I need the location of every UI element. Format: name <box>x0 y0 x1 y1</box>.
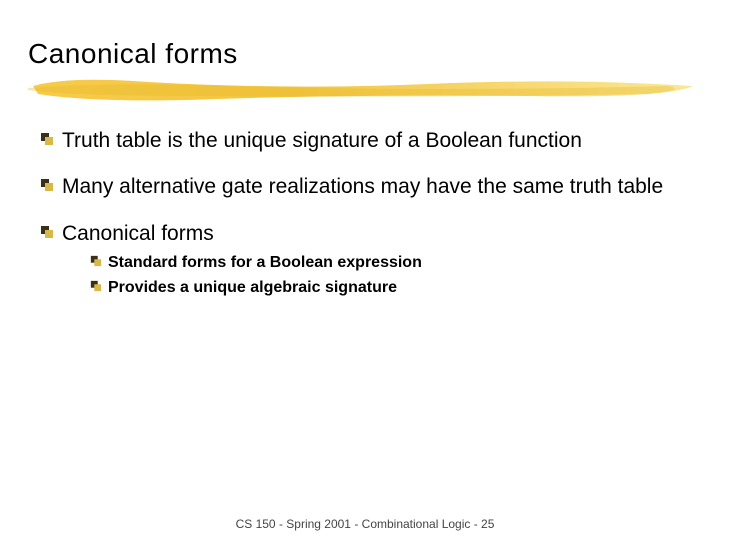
slide-title: Canonical forms <box>28 38 238 70</box>
bullet-text: Many alternative gate realizations may h… <box>62 174 700 200</box>
slide-content: Truth table is the unique signature of a… <box>40 128 700 302</box>
sub-bullet-text: Standard forms for a Boolean expression <box>108 253 422 274</box>
bullet-item: Many alternative gate realizations may h… <box>40 174 700 200</box>
sub-bullet-item: Standard forms for a Boolean expression <box>90 253 700 274</box>
sub-bullet-text: Provides a unique algebraic signature <box>108 278 397 299</box>
slide-footer: CS 150 - Spring 2001 - Combinational Log… <box>0 517 730 531</box>
bullet-item: Truth table is the unique signature of a… <box>40 128 700 154</box>
decorative-box-icon <box>40 225 54 239</box>
bullet-text: Canonical forms <box>62 221 700 247</box>
slide: Canonical forms Truth table is the uniqu… <box>0 0 730 547</box>
bullet-text: Truth table is the unique signature of a… <box>62 128 700 154</box>
sub-bullet-item: Provides a unique algebraic signature <box>90 278 700 299</box>
decorative-box-icon <box>90 255 102 267</box>
bullet-item: Canonical forms <box>40 221 700 247</box>
sub-bullet-list: Standard forms for a Boolean expression … <box>90 253 700 299</box>
decorative-box-icon <box>40 132 54 146</box>
title-underline <box>28 76 698 104</box>
decorative-box-icon <box>40 178 54 192</box>
decorative-box-icon <box>90 280 102 292</box>
